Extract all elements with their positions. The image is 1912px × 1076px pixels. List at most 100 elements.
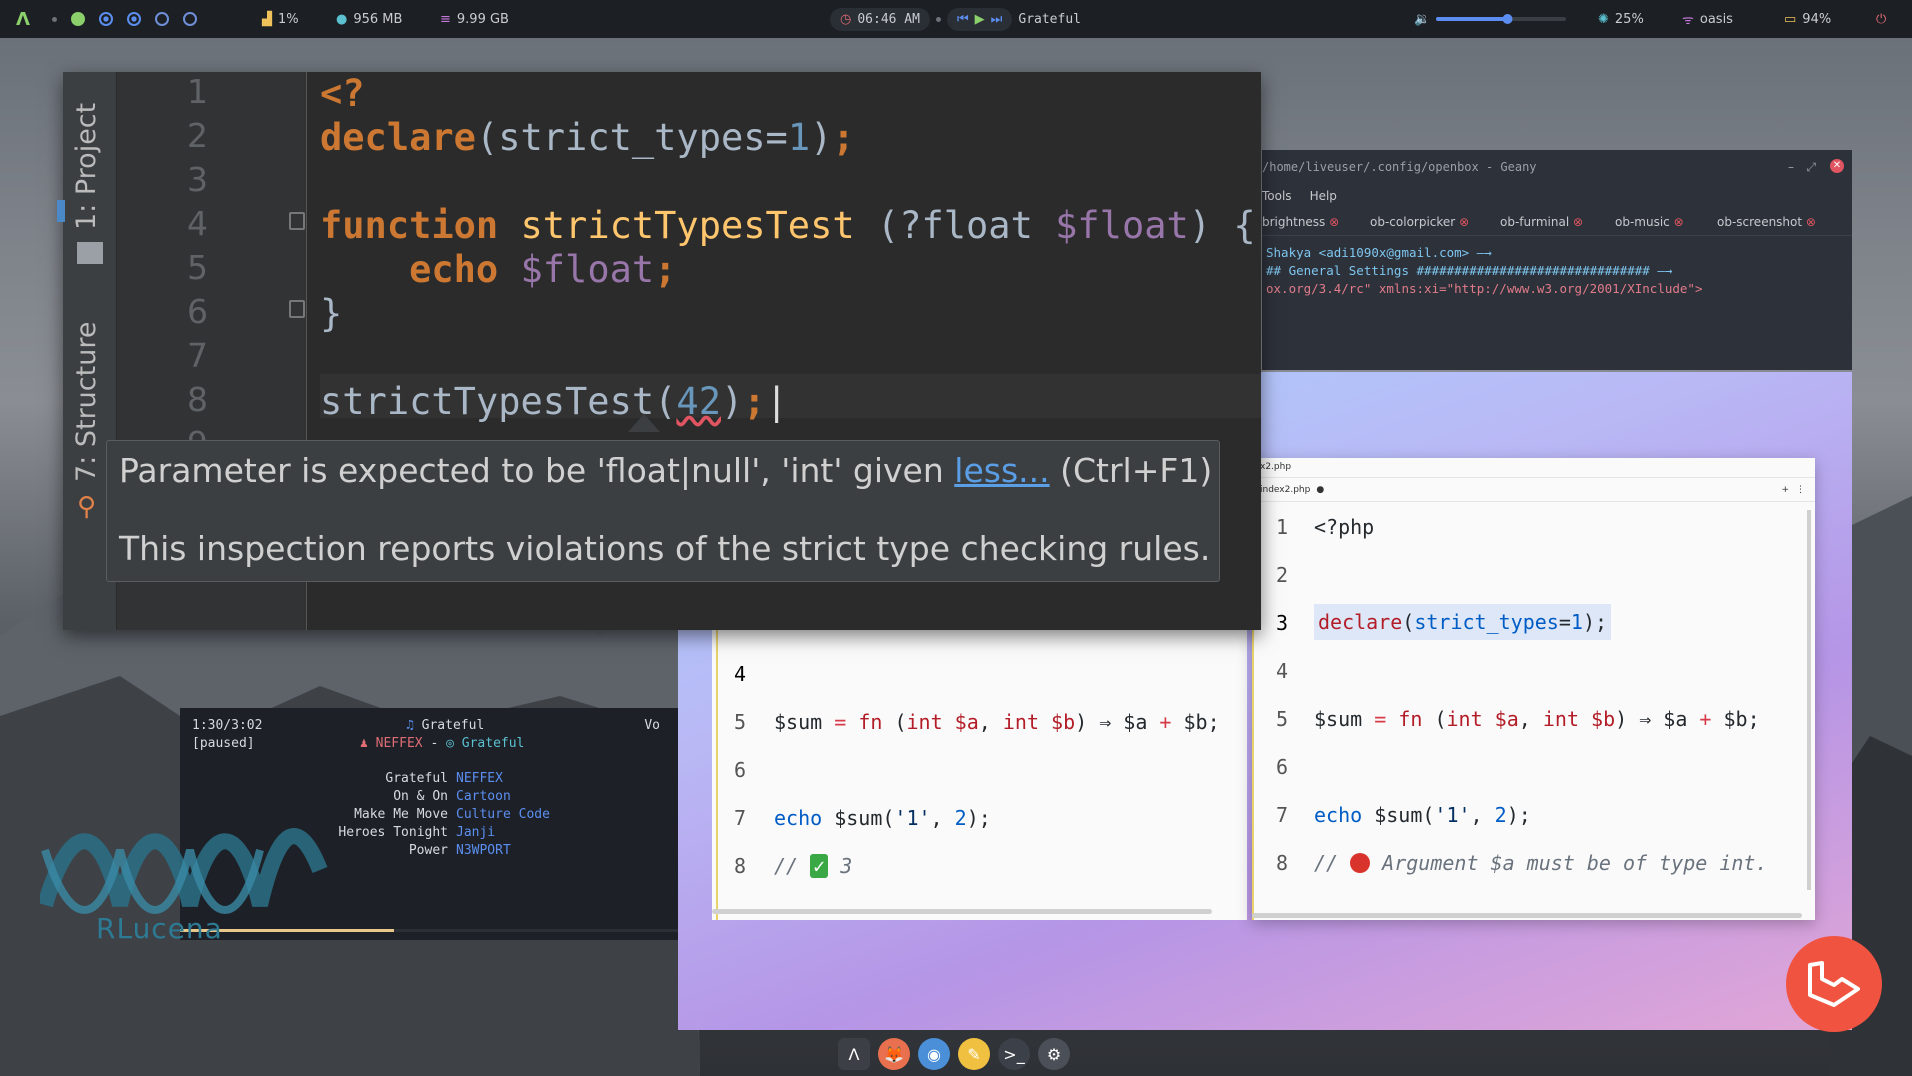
structure-icon: ⚲: [77, 492, 97, 522]
new-tab-icon[interactable]: +: [1781, 485, 1789, 495]
code-line: echo $sum('1', 2);: [774, 806, 991, 830]
geany-menubar: Tools Help: [1262, 184, 1852, 208]
horizontal-scrollbar[interactable]: [1252, 913, 1802, 918]
ram-value: 956 MB: [353, 11, 403, 27]
close-tab-icon[interactable]: ⊗: [1674, 215, 1684, 229]
workspace-3[interactable]: [127, 12, 141, 26]
workspaces: [52, 0, 197, 38]
line-number: 8: [734, 854, 747, 878]
menu-tools[interactable]: Tools: [1262, 189, 1292, 203]
tab-ob-colorpicker[interactable]: ob-colorpicker ⊗: [1370, 215, 1500, 229]
laravel-icon: [1808, 961, 1860, 1007]
fold-icon[interactable]: [289, 212, 305, 230]
arch-logo-icon: Λ: [16, 8, 30, 30]
center-widgets: ◷ 06:46 AM ⏮ ▶ ⏭ Grateful: [830, 0, 1081, 38]
tab-project[interactable]: 1: Project: [71, 103, 102, 230]
close-tab-icon[interactable]: ⊗: [1806, 215, 1816, 229]
tab-brightness[interactable]: brightness ⊗: [1262, 215, 1370, 229]
track-artist: N3WPORT: [456, 843, 511, 858]
tab-ob-furminal[interactable]: ob-furminal ⊗: [1500, 215, 1615, 229]
elapsed-time: 1:30/3:02: [192, 718, 263, 733]
volume-slider[interactable]: [1436, 14, 1567, 24]
code-line: }: [320, 292, 343, 335]
close-icon[interactable]: ✕: [1830, 159, 1844, 173]
media-controls: ⏮ ▶ ⏭: [946, 7, 1013, 31]
code-comment: // Argument $a must be of type int.: [1314, 851, 1768, 875]
next-icon[interactable]: ⏭: [991, 12, 1003, 27]
tab-structure[interactable]: 7: Structure: [71, 322, 102, 482]
dock: Λ 🦊 ◉ ✎ >_ ⚙: [838, 1036, 1082, 1072]
maximize-icon[interactable]: ⤢: [1806, 160, 1816, 175]
less-link[interactable]: less...: [954, 451, 1049, 490]
launcher-dock-icon[interactable]: Λ: [838, 1038, 870, 1070]
checkmark-icon: ✓: [810, 854, 829, 878]
track-title: Grateful: [385, 771, 448, 786]
line-number: 3: [187, 160, 208, 199]
wifi-indicator[interactable]: ᯤ oasis: [1682, 0, 1733, 38]
power-icon: ⏻: [1876, 11, 1887, 27]
line-number: 8: [1276, 851, 1289, 875]
line-number: 5: [187, 248, 208, 287]
workspace-2[interactable]: [99, 12, 113, 26]
code-line: <?: [320, 72, 365, 115]
tab-label: ob-screenshot: [1717, 214, 1803, 229]
tab-label: 1: Project: [71, 102, 102, 230]
brightness-icon: ✺: [1598, 11, 1609, 27]
line-number: 5: [734, 710, 747, 734]
vertical-scrollbar[interactable]: [1807, 510, 1811, 890]
workspace-1[interactable]: [71, 12, 85, 26]
line-number: 4: [1276, 659, 1289, 683]
tab-index2[interactable]: index2.php: [1260, 485, 1310, 495]
minimize-icon[interactable]: –: [1788, 160, 1794, 174]
battery-indicator: ▭ 94%: [1784, 0, 1831, 38]
ram-indicator: ● 956 MB: [336, 0, 402, 38]
editor-line: Shakya <adi1090x@gmail.com> —→: [1266, 245, 1492, 260]
editor-tabbar: index2.php ● + ⋮: [1252, 478, 1815, 502]
playlist-row[interactable]: Grateful NEFFEX: [180, 770, 678, 788]
song-title: Grateful: [421, 718, 485, 733]
code-line: declare(strict_types=1);: [320, 116, 855, 159]
geany-editor[interactable]: Shakya <adi1090x@gmail.com> —→ ## Genera…: [1262, 236, 1852, 298]
gitlab-icon[interactable]: 🦊: [878, 1038, 910, 1070]
tab-label: ob-colorpicker: [1370, 214, 1456, 229]
laravel-logo: [1786, 936, 1882, 1032]
workspace-4[interactable]: [155, 12, 169, 26]
terminal-icon[interactable]: >_: [998, 1038, 1030, 1070]
menu-help[interactable]: Help: [1310, 189, 1337, 203]
window-title: /home/liveuser/.config/openbox - Geany: [1262, 160, 1537, 174]
close-tab-icon[interactable]: ⊗: [1459, 215, 1469, 229]
ram-icon: ●: [336, 11, 348, 27]
close-tab-icon[interactable]: ⊗: [1329, 215, 1339, 229]
indent-guide: [716, 620, 718, 920]
code-line-selected: declare(strict_types=1);: [1314, 604, 1612, 640]
track-artist: Culture Code: [456, 807, 550, 822]
inspection-tooltip: Parameter is expected to be 'float|null'…: [106, 440, 1220, 582]
file-manager-icon[interactable]: ◉: [918, 1038, 950, 1070]
brightness-value: 25%: [1614, 11, 1644, 27]
clock[interactable]: ◷ 06:46 AM: [830, 7, 930, 31]
tab-ob-music[interactable]: ob-music ⊗: [1615, 215, 1717, 229]
tab-ob-screenshot[interactable]: ob-screenshot ⊗: [1717, 215, 1842, 229]
launcher-button[interactable]: Λ: [16, 0, 30, 38]
volume-control[interactable]: 🔉: [1414, 0, 1567, 38]
line-number: 4: [734, 662, 747, 686]
fold-icon[interactable]: [289, 300, 305, 318]
previous-icon[interactable]: ⏮: [957, 12, 969, 27]
cpu-indicator: ▟ 1%: [262, 0, 299, 38]
horizontal-scrollbar[interactable]: [712, 909, 1212, 914]
editor-title: x2.php: [1252, 458, 1815, 478]
artist-icon: ♟: [360, 736, 368, 751]
play-icon[interactable]: ▶: [975, 12, 985, 27]
current-song: ♫ Grateful: [406, 718, 484, 733]
workspace-5[interactable]: [183, 12, 197, 26]
music-note-icon: ♫: [406, 718, 414, 733]
close-tab-icon[interactable]: ⊗: [1573, 215, 1583, 229]
geany-icon[interactable]: ✎: [958, 1038, 990, 1070]
more-icon[interactable]: ⋮: [1796, 485, 1805, 495]
settings-icon[interactable]: ⚙: [1038, 1038, 1070, 1070]
brightness-indicator[interactable]: ✺ 25%: [1598, 0, 1644, 38]
playlist-row[interactable]: On & On Cartoon: [180, 788, 678, 806]
player-state: [paused]: [192, 736, 255, 751]
power-button[interactable]: ⏻: [1876, 0, 1886, 38]
disk-value: 9.99 GB: [456, 11, 509, 27]
